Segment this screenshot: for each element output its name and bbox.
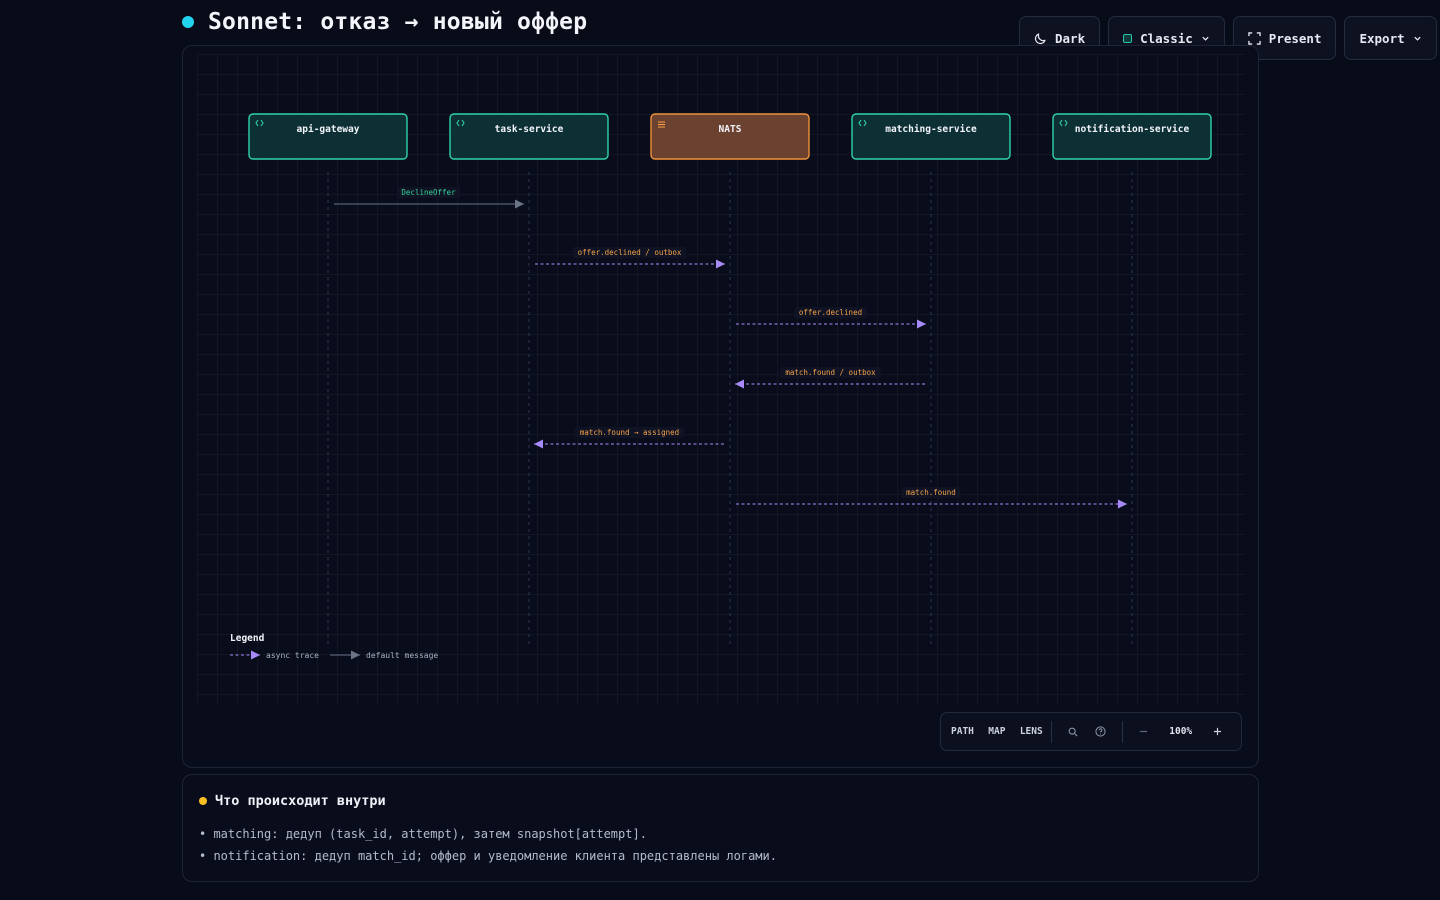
- notes-title: Что происходит внутри: [215, 793, 386, 809]
- message-label: match.found: [906, 488, 956, 497]
- help-icon[interactable]: [1087, 726, 1114, 737]
- export-label: Export: [1359, 30, 1405, 46]
- notes-list: • matching: дедуп (task_id, attempt), за…: [199, 823, 1242, 867]
- participant-label: api-gateway: [297, 124, 360, 135]
- fullscreen-icon: [1248, 31, 1261, 45]
- participant-box: [449, 113, 609, 160]
- path-button[interactable]: PATH: [951, 726, 974, 737]
- zoom-in-icon[interactable]: [1204, 727, 1231, 736]
- message-label: offer.declined: [799, 308, 862, 317]
- page-title: Sonnet: отказ → новый оффер: [208, 9, 588, 35]
- participant-label: NATS: [719, 124, 742, 135]
- participant-api[interactable]: api-gateway: [248, 113, 408, 160]
- notes-item: • matching: дедуп (task_id, attempt), за…: [199, 827, 647, 841]
- participant-label: matching-service: [885, 124, 977, 135]
- legend: Legendasync trace default message: [230, 633, 438, 660]
- zoom-level: 100%: [1169, 726, 1193, 737]
- divider: [1050, 720, 1052, 743]
- legend-default-label: default message: [366, 651, 438, 660]
- moon-icon: [1034, 32, 1047, 45]
- legend-async-label: async trace: [266, 651, 319, 660]
- zoom-toolbar: PATH MAP LENS 100%: [940, 712, 1242, 751]
- participant-notif[interactable]: notification-service: [1052, 113, 1212, 160]
- sequence-diagram: api-gateway task-service NATS matching-serv…: [230, 113, 1212, 660]
- notes-panel: Что происходит внутри • matching: дедуп …: [182, 774, 1259, 882]
- lens-button[interactable]: LENS: [1020, 726, 1043, 737]
- participant-box: [650, 113, 810, 160]
- zoom-out-icon[interactable]: [1130, 727, 1157, 736]
- message-label: match.found → assigned: [580, 428, 679, 437]
- theme-label: Classic: [1140, 30, 1193, 46]
- chevron-down-icon: [1201, 34, 1210, 43]
- divider: [1121, 720, 1123, 743]
- participant-box: [851, 113, 1011, 160]
- notes-item: • notification: дедуп match_id; оффер и …: [199, 849, 777, 863]
- status-dot: [182, 16, 194, 28]
- chevron-down-icon: [1413, 34, 1422, 43]
- participant-label: task-service: [495, 124, 564, 135]
- search-icon[interactable]: [1060, 727, 1087, 737]
- present-label: Present: [1268, 30, 1322, 46]
- page-title-row: Sonnet: отказ → новый оффер: [182, 6, 587, 38]
- theme-swatch-icon: [1123, 33, 1133, 43]
- dark-mode-label: Dark: [1055, 30, 1086, 46]
- legend-title: Legend: [230, 633, 265, 644]
- message-label: offer.declined / outbox: [578, 248, 682, 257]
- participant-nats[interactable]: NATS: [650, 113, 810, 160]
- participant-match[interactable]: matching-service: [851, 113, 1011, 160]
- export-button[interactable]: Export: [1344, 16, 1437, 60]
- notes-dot: [199, 797, 207, 805]
- participant-label: notification-service: [1075, 124, 1190, 135]
- participant-box: [1052, 113, 1212, 160]
- message-label: DeclineOffer: [401, 188, 456, 197]
- message-label: match.found / outbox: [785, 368, 876, 377]
- map-button[interactable]: MAP: [988, 726, 1005, 737]
- participant-task[interactable]: task-service: [449, 113, 609, 160]
- diagram-canvas[interactable]: api-gateway task-service NATS matching-serv…: [182, 45, 1259, 768]
- participant-box: [248, 113, 408, 160]
- notes-header: Что происходит внутри: [199, 793, 1242, 809]
